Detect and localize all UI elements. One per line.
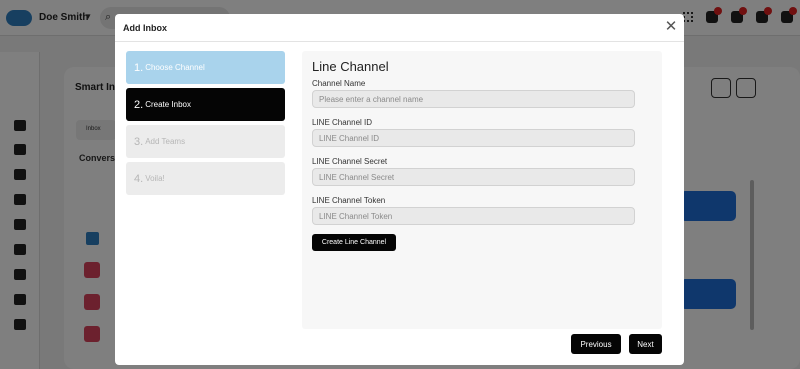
channel-id-input[interactable] [312,129,635,147]
modal-title: Add Inbox [123,23,167,33]
channel-secret-label: LINE Channel Secret [312,157,388,166]
add-inbox-modal: Add Inbox ✕ 1. Choose Channel 2. Create … [115,14,684,365]
channel-name-input[interactable] [312,90,635,108]
channel-token-input[interactable] [312,207,635,225]
channel-token-label: LINE Channel Token [312,196,386,205]
step-choose-channel[interactable]: 1. Choose Channel [126,51,285,84]
step-number: 1. [134,61,144,74]
step-label: Add Teams [145,137,186,146]
step-label: Choose Channel [145,63,205,72]
channel-id-label: LINE Channel ID [312,118,373,127]
line-channel-form: Line Channel Channel Name LINE Channel I… [302,51,662,329]
step-number: 4. [134,172,144,185]
next-button[interactable]: Next [629,334,662,354]
form-title: Line Channel [312,59,389,74]
step-label: Voila! [145,174,165,183]
step-create-inbox[interactable]: 2. Create Inbox [126,88,285,121]
channel-name-label: Channel Name [312,79,366,88]
step-number: 2. [134,98,144,111]
create-line-channel-button[interactable]: Create Line Channel [312,234,396,251]
step-add-teams[interactable]: 3. Add Teams [126,125,285,158]
modal-header: Add Inbox ✕ [115,14,684,42]
previous-button[interactable]: Previous [571,334,621,354]
step-label: Create Inbox [145,100,191,109]
step-voila[interactable]: 4. Voila! [126,162,285,195]
channel-secret-input[interactable] [312,168,635,186]
step-number: 3. [134,135,144,148]
close-icon[interactable]: ✕ [664,19,678,34]
